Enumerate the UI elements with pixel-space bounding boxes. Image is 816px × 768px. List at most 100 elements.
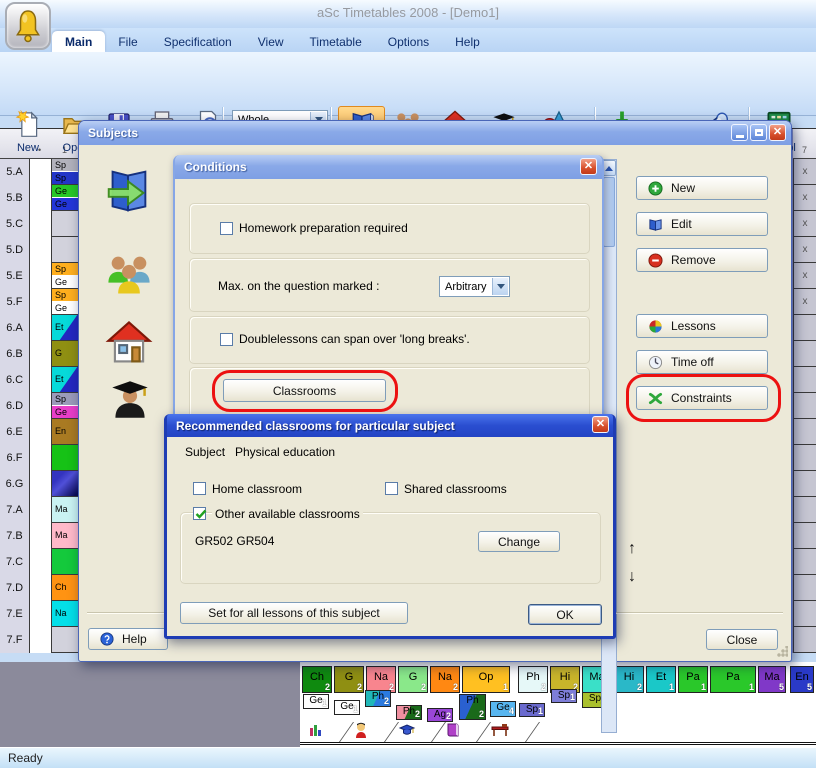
grid-slot[interactable] <box>793 601 816 627</box>
lesson-cell-empty[interactable] <box>52 237 80 262</box>
grid-slot[interactable]: x <box>793 185 816 211</box>
grid-slot[interactable] <box>793 549 816 575</box>
chevron-down-icon[interactable] <box>492 278 508 295</box>
classes-section-icon[interactable] <box>103 247 155 306</box>
lesson-tile[interactable]: Op1 <box>462 666 510 693</box>
grid-slot[interactable] <box>793 523 816 549</box>
close-button[interactable]: Close <box>706 629 778 650</box>
lesson-tile[interactable]: Ag2 <box>427 708 453 722</box>
grid-slot-empty[interactable] <box>30 237 52 263</box>
lesson-cell-empty[interactable] <box>52 211 80 236</box>
subjects-dialog-titlebar[interactable]: Subjects <box>79 121 791 145</box>
max-question-dropdown[interactable]: Arbitrary <box>439 276 510 297</box>
lesson-tile[interactable]: Ph2 <box>518 666 548 693</box>
grid-slot-empty[interactable] <box>30 367 52 393</box>
lesson-cell[interactable]: Et <box>52 315 80 340</box>
tab-classes-pupil-icon[interactable] <box>353 721 369 744</box>
lesson-cell[interactable]: Ma <box>52 523 80 548</box>
lesson-tile[interactable]: G2 <box>398 666 428 693</box>
grid-slot-empty[interactable] <box>30 263 52 289</box>
menu-tab-file[interactable]: File <box>105 31 150 52</box>
lesson-cell[interactable]: Ge <box>52 302 80 314</box>
lesson-tile[interactable]: Ph2 <box>459 694 486 720</box>
scroll-up-icon[interactable] <box>602 160 616 176</box>
lessons-button[interactable]: Lessons <box>636 314 768 338</box>
grid-slot[interactable] <box>793 419 816 445</box>
lesson-cell[interactable]: Ge <box>52 406 80 418</box>
lesson-tile[interactable]: Sp1 <box>519 703 545 717</box>
change-button[interactable]: Change <box>478 531 560 552</box>
grid-slot[interactable] <box>793 471 816 497</box>
close-recommended-button[interactable]: ✕ <box>592 416 609 433</box>
menu-tab-help[interactable]: Help <box>442 31 493 52</box>
conditions-dialog-titlebar[interactable]: Conditions <box>175 155 602 179</box>
subjects-section-icon[interactable] <box>101 163 155 224</box>
grid-slot-empty[interactable] <box>30 289 52 315</box>
lesson-cell[interactable]: Sp <box>52 393 80 405</box>
grid-slot[interactable]: x <box>793 289 816 315</box>
grid-slot-empty[interactable] <box>30 393 52 419</box>
shared-classrooms-checkbox[interactable] <box>385 482 398 495</box>
close-window-button[interactable]: ✕ <box>769 124 786 141</box>
help-button[interactable]: Help <box>88 628 168 650</box>
lesson-tile[interactable]: Ph2 <box>396 705 422 720</box>
lesson-tile[interactable]: Na2 <box>366 666 396 693</box>
resize-grip[interactable] <box>776 646 788 658</box>
new-button[interactable]: New <box>8 108 48 154</box>
other-classrooms-checkbox[interactable] <box>193 507 206 520</box>
lesson-tile[interactable]: Hi2 <box>614 666 644 693</box>
grid-slot-empty[interactable] <box>30 575 52 601</box>
lesson-cell[interactable]: Sp <box>52 172 80 184</box>
lesson-cell[interactable] <box>52 445 80 470</box>
lesson-tile[interactable]: Ge4 <box>490 701 516 717</box>
grid-slot[interactable] <box>793 393 816 419</box>
set-all-lessons-button[interactable]: Set for all lessons of this subject <box>180 602 408 624</box>
lesson-cell[interactable] <box>52 471 80 496</box>
grid-slot[interactable]: x <box>793 211 816 237</box>
lesson-tile[interactable]: Pa1 <box>710 666 756 693</box>
grid-slot[interactable] <box>793 627 816 653</box>
lesson-cell[interactable] <box>52 549 80 574</box>
lesson-tile[interactable]: Ge1 <box>303 694 329 709</box>
grid-slot-empty[interactable] <box>30 601 52 627</box>
move-up-arrow[interactable]: ↑ <box>628 540 636 558</box>
tab-classrooms-desk-icon[interactable] <box>490 722 510 743</box>
menu-tab-main[interactable]: Main <box>52 31 105 52</box>
lesson-cell[interactable]: Sp <box>52 289 80 301</box>
grid-slot-empty[interactable] <box>30 497 52 523</box>
grid-slot-empty[interactable] <box>30 159 52 185</box>
lesson-cell[interactable]: G <box>52 341 80 366</box>
grid-slot-empty[interactable] <box>30 419 52 445</box>
lesson-cell[interactable]: Sp <box>52 263 80 275</box>
grid-slot[interactable] <box>793 341 816 367</box>
lesson-cell[interactable]: Ge <box>52 276 80 288</box>
menu-tab-timetable[interactable]: Timetable <box>297 31 375 52</box>
grid-slot-empty[interactable] <box>30 523 52 549</box>
maximize-button[interactable] <box>750 124 767 141</box>
recommended-dialog-titlebar[interactable]: Recommended classrooms for particular su… <box>167 414 613 437</box>
lesson-tile[interactable]: Ma5 <box>758 666 786 693</box>
lesson-tile[interactable]: Ph2 <box>365 690 391 707</box>
minimize-button[interactable] <box>731 124 748 141</box>
classrooms-section-icon[interactable] <box>103 317 155 374</box>
lesson-tile[interactable]: Sp1 <box>551 689 577 703</box>
time-off-button[interactable]: Time off <box>636 350 768 374</box>
grid-slot[interactable] <box>793 367 816 393</box>
tab-statistics-chart-icon[interactable] <box>308 722 324 743</box>
edit-subject-button[interactable]: Edit <box>636 212 768 236</box>
lesson-cell[interactable]: Ma <box>52 497 80 522</box>
grid-slot-empty[interactable] <box>30 549 52 575</box>
grid-slot[interactable]: x <box>793 159 816 185</box>
grid-slot-empty[interactable] <box>30 627 52 653</box>
tab-teachers-cap-icon[interactable] <box>398 722 416 743</box>
remove-subject-button[interactable]: Remove <box>636 248 768 272</box>
move-down-arrow[interactable]: ↓ <box>628 568 636 586</box>
tab-subjects-book-icon[interactable] <box>445 722 461 743</box>
grid-slot-empty[interactable] <box>30 471 52 497</box>
grid-slot[interactable] <box>793 575 816 601</box>
lesson-cell[interactable]: Ge <box>52 185 80 197</box>
grid-slot[interactable] <box>793 445 816 471</box>
menu-tab-specification[interactable]: Specification <box>151 31 245 52</box>
grid-slot[interactable] <box>793 497 816 523</box>
ok-button[interactable]: OK <box>528 604 602 625</box>
